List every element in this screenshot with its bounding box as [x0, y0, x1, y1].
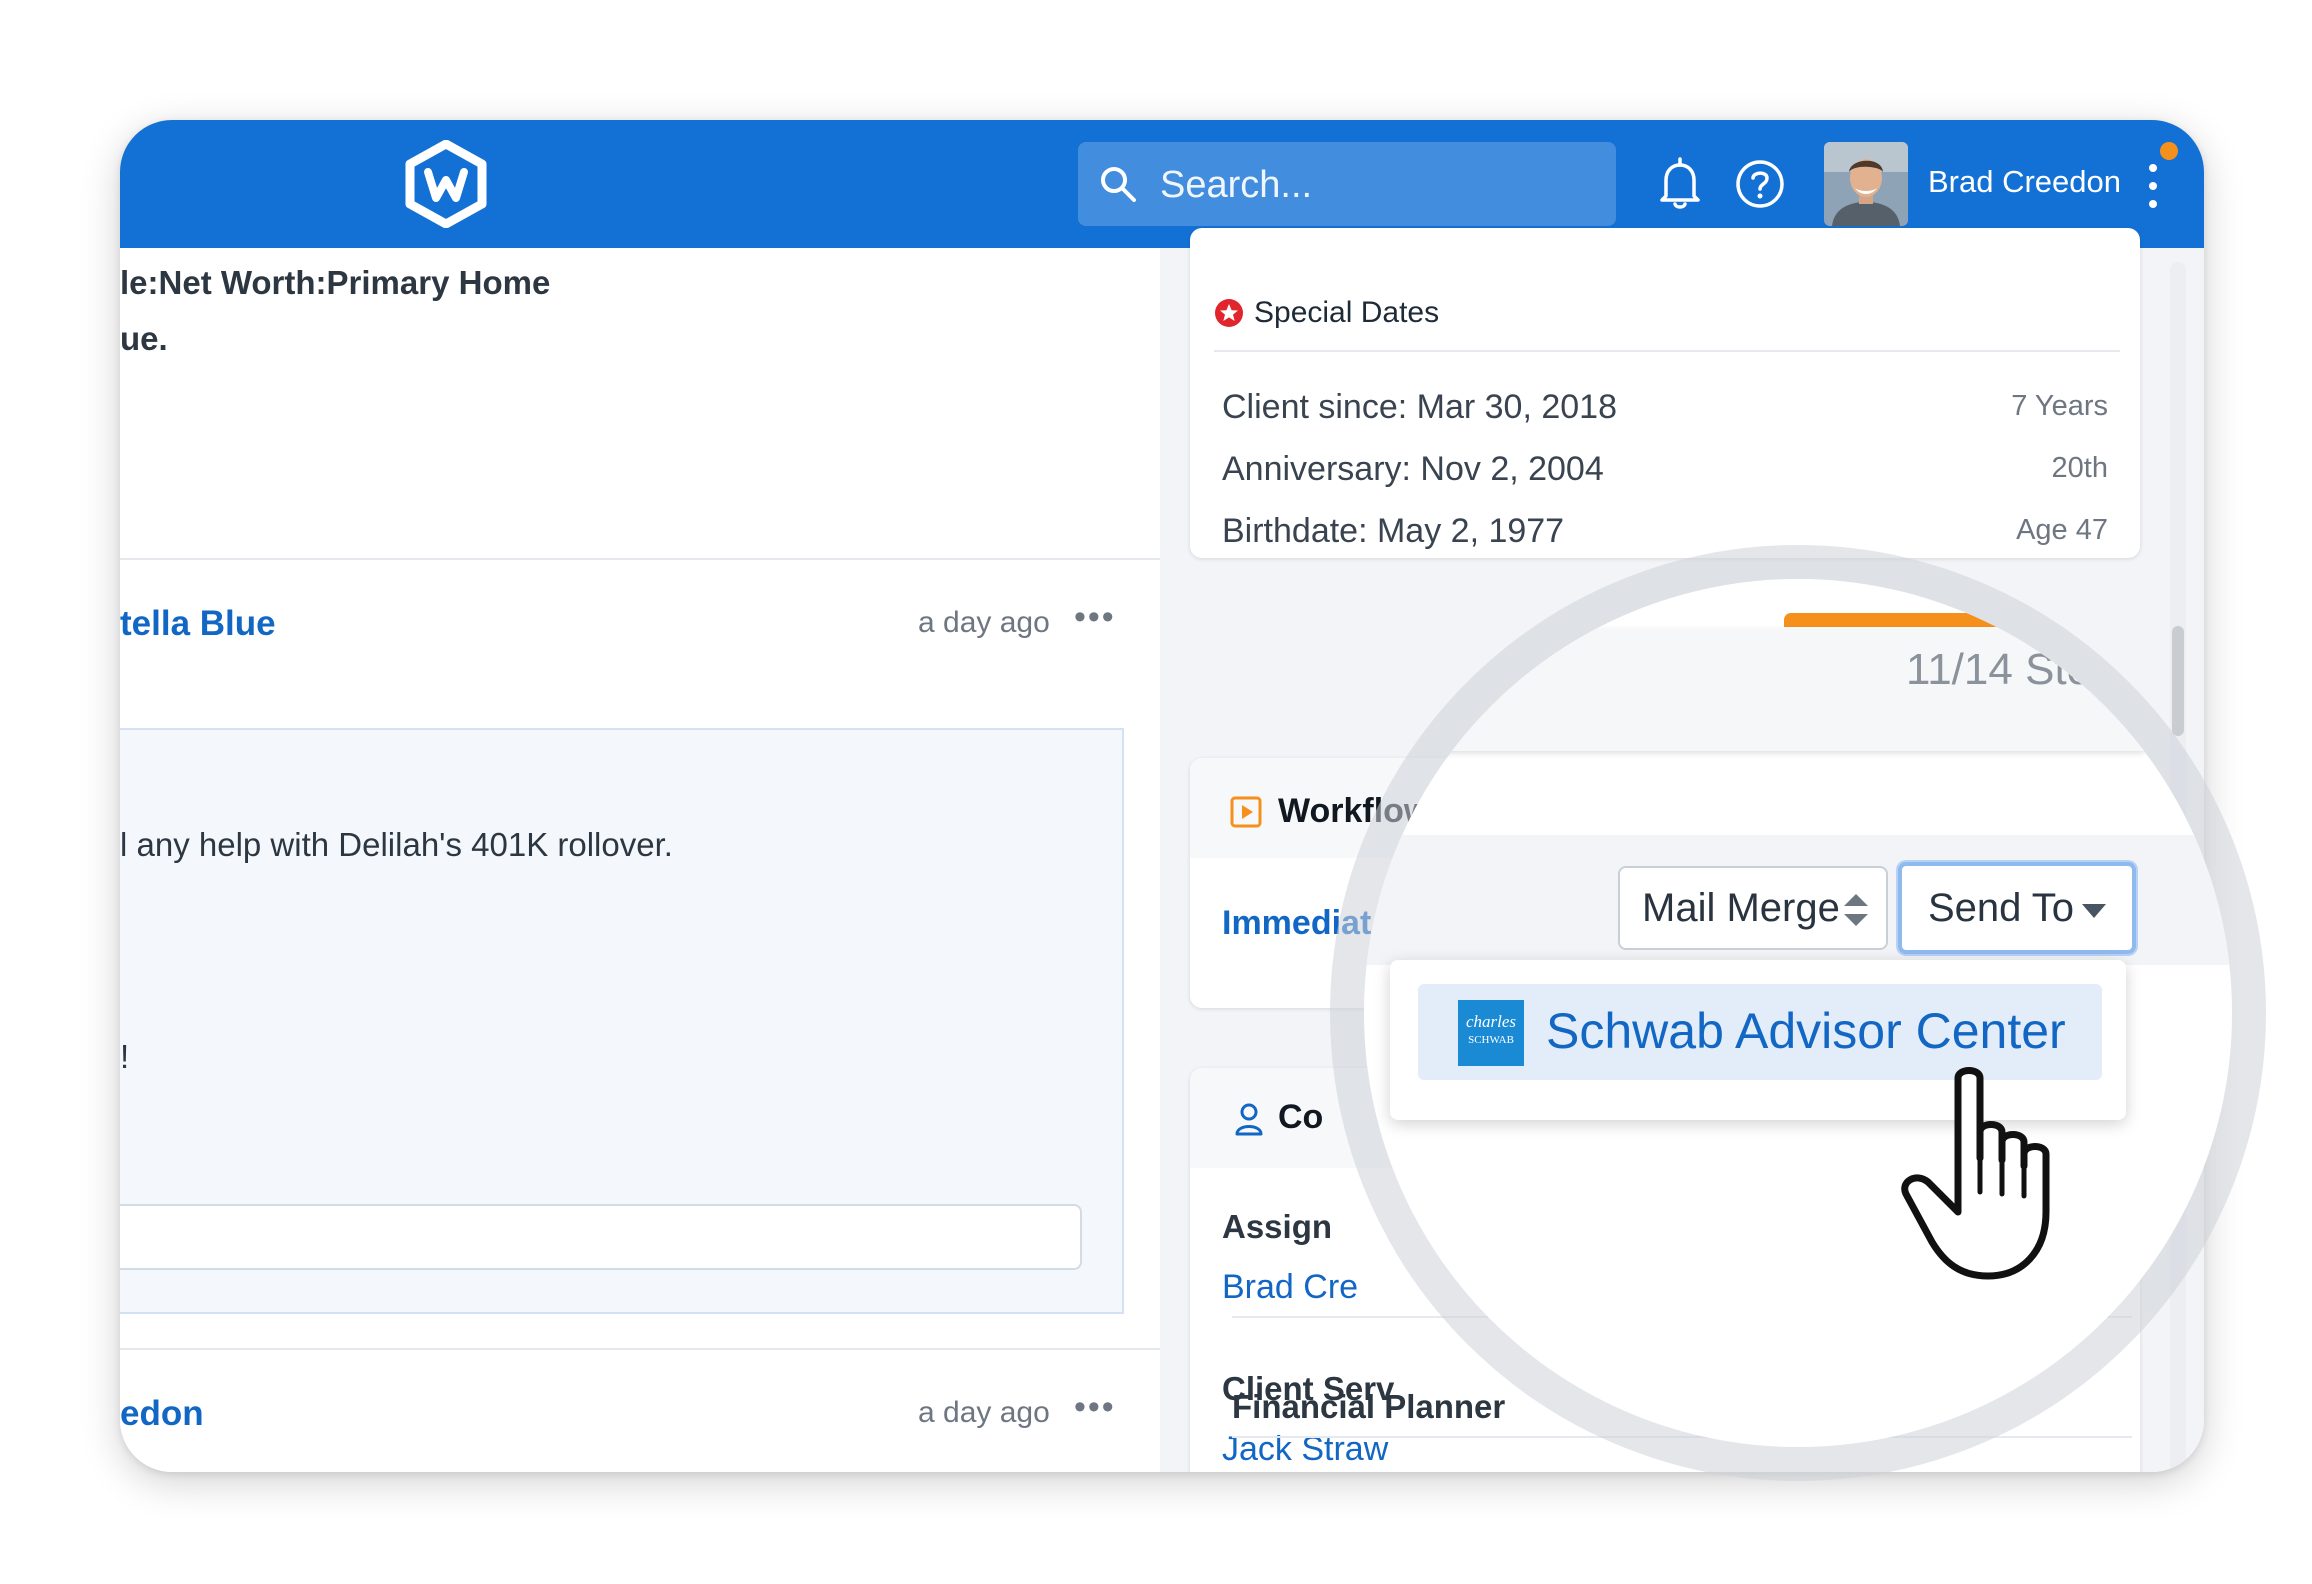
mail-merge-select[interactable]: Mail Merge — [1618, 866, 1888, 950]
sort-arrows-icon — [1844, 894, 1868, 926]
message-bubble: ! — [120, 944, 1124, 1164]
post-author[interactable]: edon — [120, 1394, 204, 1434]
divider — [120, 1348, 1160, 1350]
bell-icon[interactable] — [1654, 156, 1706, 212]
mail-merge-label: Mail Merge — [1642, 886, 1840, 930]
divider — [120, 558, 1160, 560]
workflow-play-icon — [1230, 796, 1262, 828]
hand-pointer-cursor-icon — [1901, 1067, 2050, 1280]
message-text: ! — [120, 1038, 130, 1075]
chevron-down-icon — [2082, 904, 2106, 918]
send-to-button[interactable]: Send To — [1898, 862, 2136, 954]
anniversary-count: 20th — [2051, 452, 2108, 484]
notification-dot — [2160, 142, 2178, 160]
workflow-steps-count: 11/14 Step — [1906, 645, 2116, 694]
post-timestamp: a day ago — [918, 606, 1050, 639]
message-bubble: l any help with Delilah's 401K rollover. — [120, 728, 1124, 948]
section-title: Special Dates — [1254, 296, 1440, 329]
section-title: Co — [1278, 1098, 1324, 1136]
anniversary-date: Anniversary: Nov 2, 2004 — [1222, 450, 1604, 488]
client-since-date: Client since: Mar 30, 2018 — [1222, 388, 1617, 426]
avatar[interactable] — [1824, 142, 1908, 226]
more-options-icon[interactable]: ••• — [1074, 1388, 1116, 1427]
send-to-label: Send To — [1928, 886, 2075, 930]
search-box[interactable] — [1078, 142, 1616, 228]
search-input[interactable] — [1158, 142, 1602, 228]
message-text: l any help with Delilah's 401K rollover. — [120, 826, 673, 863]
search-icon — [1101, 167, 1136, 202]
post-timestamp: a day ago — [918, 1396, 1050, 1429]
workflow-progress-bar — [1784, 613, 2064, 627]
wealthbox-logo-icon[interactable] — [402, 140, 490, 228]
age: Age 47 — [2016, 514, 2108, 546]
star-badge-icon — [1215, 299, 1243, 327]
birthdate: Birthdate: May 2, 1977 — [1222, 512, 1565, 550]
feed-subline: ue. — [120, 320, 168, 357]
activity-feed: le:Net Worth:Primary Home ue. tella Blue… — [120, 248, 1162, 1472]
reply-input[interactable] — [120, 1204, 1082, 1270]
kebab-menu-icon[interactable] — [2144, 158, 2162, 214]
more-options-icon[interactable]: ••• — [1074, 598, 1116, 637]
special-dates-card: Special Dates Client since: Mar 30, 2018… — [1190, 228, 2140, 558]
assigned-user-link[interactable]: Brad Cre — [1222, 1268, 1358, 1307]
feed-breadcrumb: le:Net Worth:Primary Home — [120, 264, 551, 301]
field-label: Assign — [1222, 1208, 1333, 1245]
client-tenure: 7 Years — [2011, 390, 2108, 422]
schwab-logo-icon: charles SCHWAB — [1458, 1000, 1524, 1066]
help-icon[interactable] — [1734, 158, 1786, 210]
user-name[interactable]: Brad Creedon — [1928, 164, 2121, 200]
post-author[interactable]: tella Blue — [120, 604, 276, 644]
menu-item-label: Schwab Advisor Center — [1546, 1003, 2066, 1059]
person-icon — [1235, 1103, 1263, 1136]
